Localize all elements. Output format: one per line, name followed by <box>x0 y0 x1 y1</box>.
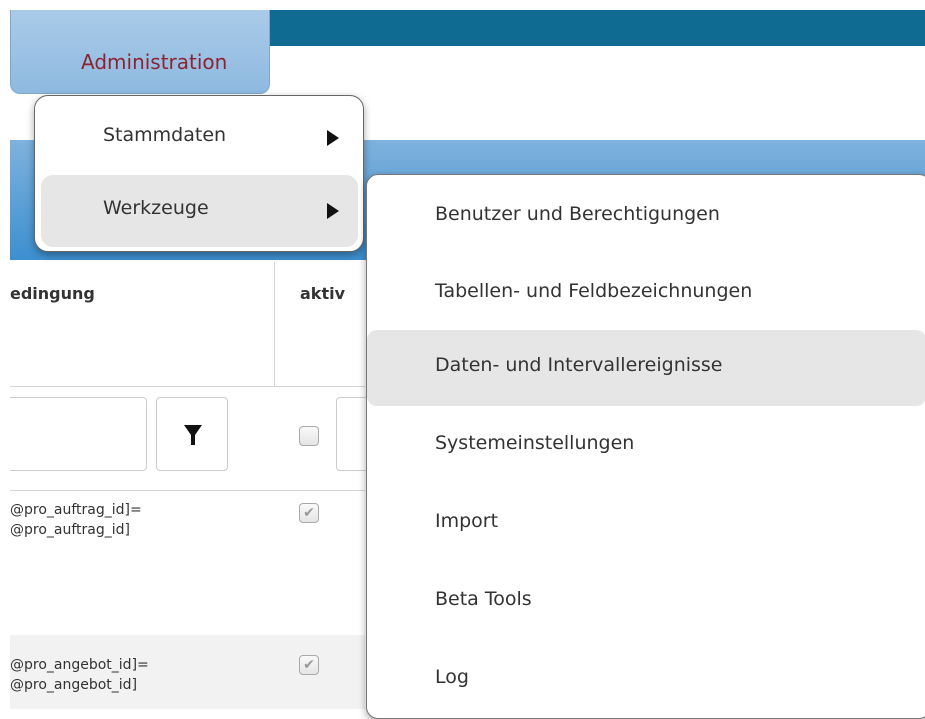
submenu-item-import[interactable]: Import <box>367 486 925 562</box>
submenu-item-beta-tools[interactable]: Beta Tools <box>367 564 925 640</box>
submenu-item-label: Benutzer und Berechtigungen <box>435 203 720 225</box>
header-divider <box>10 386 365 387</box>
submenu-item-label: Log <box>435 666 469 688</box>
submenu-item-label: Systemeinstellungen <box>435 432 635 454</box>
menu-item-werkzeuge[interactable]: Werkzeuge <box>41 175 358 247</box>
submenu-item-systemeinstellungen[interactable]: Systemeinstellungen <box>367 408 925 484</box>
column-header-bedingung-label: edingung <box>10 284 95 303</box>
checkmark-icon: ✔ <box>303 657 315 673</box>
nav-tab-administration-label: Administration <box>81 50 228 74</box>
submenu-arrow-icon <box>327 203 339 219</box>
funnel-filter-icon <box>184 425 202 445</box>
row-1-condition: @pro_auftrag_id]= @pro_auftrag_id] <box>10 502 142 538</box>
filter-divider <box>10 490 365 491</box>
row-2-condition: @pro_angebot_id]= @pro_angebot_id] <box>10 657 149 693</box>
checkmark-icon: ✔ <box>303 505 315 521</box>
row-1-active-checkbox[interactable]: ✔ <box>299 503 319 523</box>
submenu-item-benutzer-und-berechtigungen[interactable]: Benutzer und Berechtigungen <box>367 179 925 255</box>
condition-filter-button[interactable] <box>156 397 228 471</box>
administration-menu: Stammdaten Werkzeuge <box>34 95 364 252</box>
submenu-item-label: Import <box>435 510 499 532</box>
submenu-item-daten-und-intervallereignisse[interactable]: Daten- und Intervallereignisse <box>367 330 925 406</box>
menu-item-werkzeuge-label: Werkzeuge <box>103 197 209 219</box>
werkzeuge-submenu: Benutzer und Berechtigungen Tabellen- un… <box>366 174 925 719</box>
condition-filter-input[interactable] <box>10 397 147 471</box>
submenu-arrow-icon <box>327 130 339 146</box>
menu-item-stammdaten[interactable]: Stammdaten <box>41 102 358 174</box>
aktiv-filter-checkbox[interactable] <box>299 426 319 446</box>
submenu-item-label: Beta Tools <box>435 588 532 610</box>
submenu-item-label: Tabellen- und Feldbezeichnungen <box>435 280 753 302</box>
submenu-item-log[interactable]: Log <box>367 642 925 718</box>
submenu-item-label: Daten- und Intervallereignisse <box>435 354 723 376</box>
row-2-active-checkbox[interactable]: ✔ <box>299 655 319 675</box>
submenu-item-tabellen-und-feldbezeichnungen[interactable]: Tabellen- und Feldbezeichnungen <box>367 256 925 332</box>
column-header-bedingung[interactable]: edingung <box>10 262 275 386</box>
menu-item-stammdaten-label: Stammdaten <box>103 124 227 146</box>
nav-tab-administration[interactable]: Administration <box>10 10 270 94</box>
column-header-aktiv-label: aktiv <box>300 284 345 303</box>
column-header-aktiv[interactable]: aktiv <box>275 262 365 386</box>
